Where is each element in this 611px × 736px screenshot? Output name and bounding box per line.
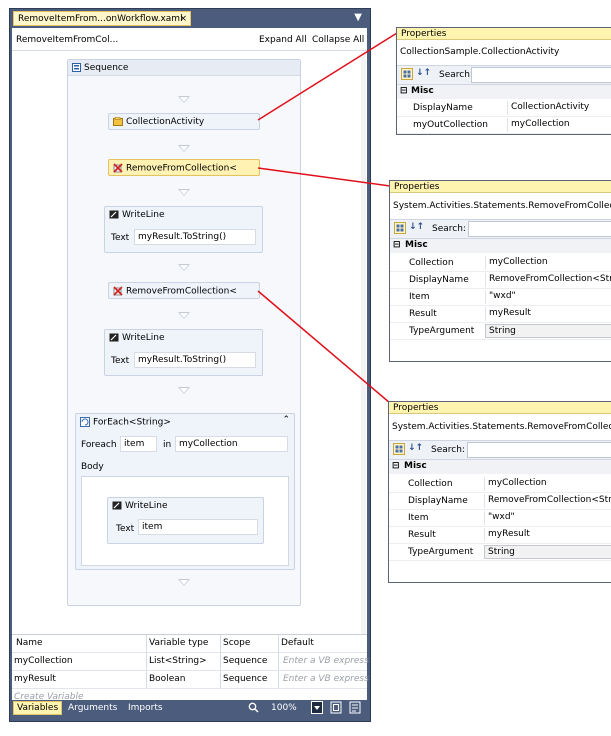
property-row[interactable]: TypeArgument String xyxy=(389,544,611,561)
properties-title: Properties xyxy=(389,402,611,414)
properties-panel-2: Properties System.Activities.Statements.… xyxy=(389,180,611,362)
categorized-view-icon[interactable] xyxy=(393,443,405,455)
property-row[interactable]: DisplayName RemoveFromCollection<String xyxy=(390,272,611,289)
search-input[interactable] xyxy=(467,442,611,458)
properties-type-name: CollectionSample.CollectionActivity xyxy=(400,47,560,57)
search-input[interactable] xyxy=(468,221,611,237)
category-misc[interactable]: ⊟ Misc xyxy=(389,460,611,474)
property-row[interactable]: Item "wxd" xyxy=(389,510,611,527)
properties-panel-3: Properties System.Activities.Statements.… xyxy=(388,401,611,583)
type-argument-dropdown[interactable]: String xyxy=(484,545,611,559)
category-misc[interactable]: ⊟ Misc xyxy=(397,85,611,99)
category-misc[interactable]: ⊟ Misc xyxy=(390,239,611,253)
property-row[interactable]: DisplayName CollectionActivity xyxy=(397,100,611,117)
property-row[interactable]: Result myResult xyxy=(390,306,611,323)
categorized-view-icon[interactable] xyxy=(401,68,413,80)
search-label: Search: xyxy=(431,445,465,455)
search-input[interactable] xyxy=(471,67,611,83)
callout-line-3 xyxy=(257,290,391,404)
property-row[interactable]: Result myResult xyxy=(389,527,611,544)
properties-toolbar: ↓↑ Search: xyxy=(397,65,611,85)
search-label: Search: xyxy=(432,224,466,234)
properties-title: Properties xyxy=(390,181,611,193)
property-row[interactable]: DisplayName RemoveFromCollection<String xyxy=(389,493,611,510)
property-row[interactable]: Collection myCollection xyxy=(389,476,611,493)
sort-alphabetical-icon[interactable]: ↓↑ xyxy=(408,443,423,453)
property-row[interactable]: TypeArgument String xyxy=(390,323,611,340)
properties-toolbar: ↓↑ Search: xyxy=(389,440,611,460)
properties-panel-1: Properties CollectionSample.CollectionAc… xyxy=(396,27,611,135)
sort-alphabetical-icon[interactable]: ↓↑ xyxy=(409,222,424,232)
callout-line-2 xyxy=(257,167,391,187)
properties-toolbar: ↓↑ Search: xyxy=(390,219,611,239)
properties-type-name: System.Activities.Statements.RemoveFromC… xyxy=(392,422,611,432)
properties-type-name: System.Activities.Statements.RemoveFromC… xyxy=(393,201,611,211)
categorized-view-icon[interactable] xyxy=(394,222,406,234)
property-row[interactable]: Item "wxd" xyxy=(390,289,611,306)
collapse-category-icon[interactable]: ⊟ xyxy=(393,240,401,250)
sort-alphabetical-icon[interactable]: ↓↑ xyxy=(416,68,431,78)
collapse-category-icon[interactable]: ⊟ xyxy=(392,461,400,471)
search-label: Search: xyxy=(439,70,473,80)
type-argument-dropdown[interactable]: String xyxy=(485,324,611,338)
property-row[interactable]: Collection myCollection xyxy=(390,255,611,272)
callout-line-1 xyxy=(257,32,398,121)
properties-title: Properties xyxy=(397,28,611,40)
property-row[interactable]: myOutCollection myCollection xyxy=(397,117,611,134)
collapse-category-icon[interactable]: ⊟ xyxy=(400,86,408,96)
